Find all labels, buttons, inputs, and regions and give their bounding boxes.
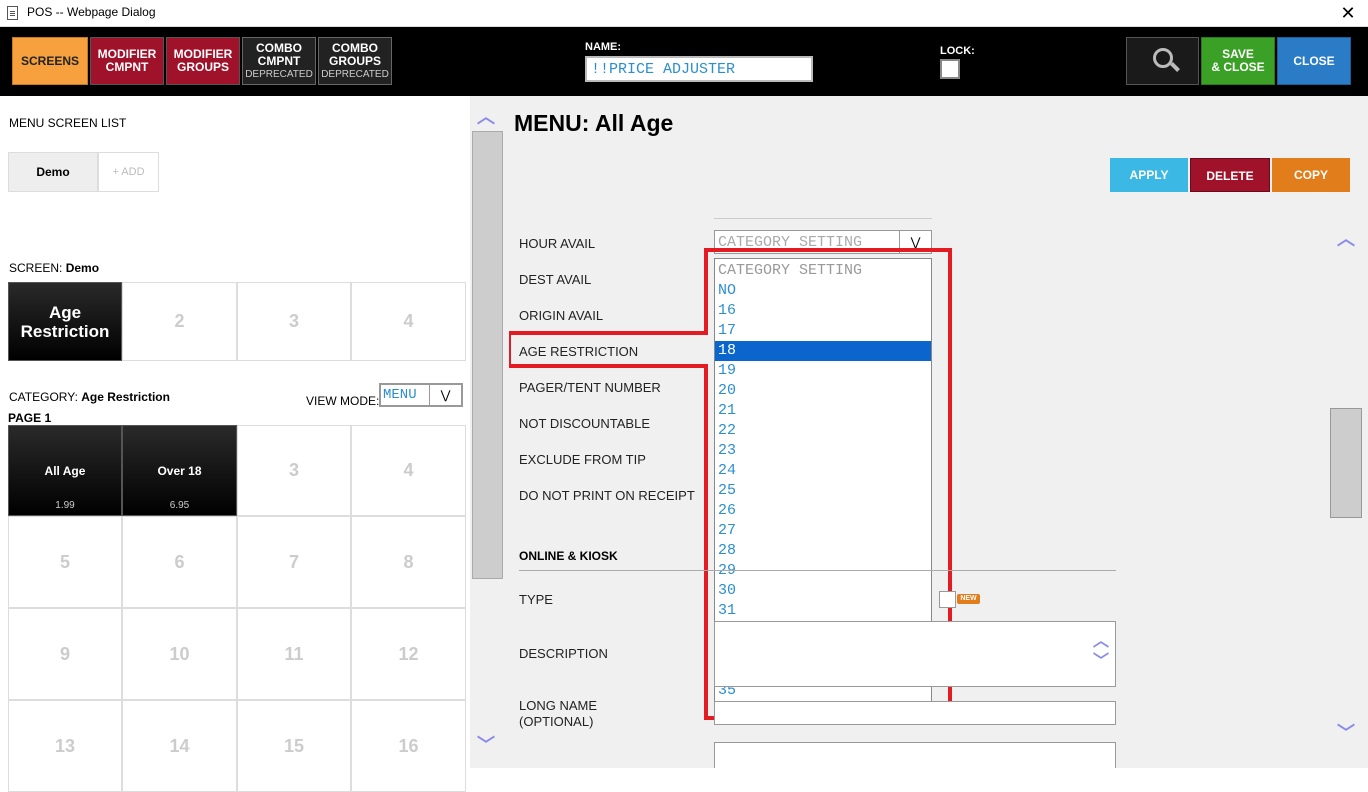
save-close-button[interactable]: SAVE & CLOSE bbox=[1201, 37, 1275, 85]
copy-button[interactable]: COPY bbox=[1272, 158, 1350, 192]
menu-screen-list-label: MENU SCREEN LIST bbox=[9, 116, 127, 130]
type-checkbox[interactable] bbox=[939, 591, 956, 608]
item-price: 6.95 bbox=[169, 500, 190, 511]
screen-cell-3[interactable]: 3 bbox=[237, 282, 351, 361]
item-cell[interactable]: 11 bbox=[237, 608, 351, 700]
name-input[interactable]: !!PRICE ADJUSTER bbox=[585, 56, 813, 82]
apply-button[interactable]: APPLY bbox=[1110, 158, 1188, 192]
name-label: NAME: bbox=[585, 41, 622, 53]
chevron-up-icon[interactable]: ︿ bbox=[1337, 230, 1355, 248]
divider bbox=[714, 218, 932, 219]
category-label: CATEGORY: Age Restriction bbox=[9, 390, 170, 404]
window-close-button[interactable]: ✕ bbox=[1338, 3, 1358, 23]
save-close-line2: & CLOSE bbox=[1211, 60, 1265, 74]
combo-groups-line1: COMBO bbox=[332, 40, 378, 55]
screen-cell-4[interactable]: 4 bbox=[351, 282, 466, 361]
modifier-cmpnt-button[interactable]: MODIFIER CMPNT bbox=[90, 37, 164, 85]
page-label: PAGE 1 bbox=[8, 411, 52, 425]
title-bar: POS -- Webpage Dialog ✕ bbox=[0, 0, 1368, 27]
chevron-down-icon[interactable]: ﹀ bbox=[477, 736, 495, 754]
left-panel-scrollbar[interactable]: ︿ ﹀ bbox=[470, 96, 504, 768]
right-panel: MENU: All Age APPLY DELETE COPY HOUR AVA… bbox=[504, 96, 1368, 768]
long-name-label: LONG NAME bbox=[519, 698, 598, 713]
combo-cmpnt-line2: CMPNT bbox=[257, 53, 301, 68]
item-name: All Age bbox=[44, 463, 86, 478]
item-cell[interactable]: 10 bbox=[122, 608, 237, 700]
combo-groups-deprecated: DEPRECATED bbox=[321, 68, 389, 80]
screen-tab-demo[interactable]: Demo bbox=[8, 152, 98, 192]
scrollbar-thumb[interactable] bbox=[1330, 408, 1362, 518]
lock-label: LOCK: bbox=[940, 45, 975, 57]
combo-cmpnt-button[interactable]: COMBO CMPNT DEPRECATED bbox=[242, 37, 316, 85]
item-cell[interactable]: 9 bbox=[8, 608, 122, 700]
close-button[interactable]: CLOSE bbox=[1277, 37, 1351, 85]
screens-button[interactable]: SCREENS bbox=[12, 37, 88, 85]
close-label: CLOSE bbox=[1293, 53, 1335, 68]
search-button[interactable] bbox=[1126, 37, 1199, 85]
combo-groups-line2: GROUPS bbox=[328, 53, 381, 68]
chevron-up-icon[interactable]: ︿ bbox=[1093, 632, 1109, 652]
screen-cell-age-restriction[interactable]: Age Restriction bbox=[8, 282, 122, 361]
divider bbox=[519, 570, 1116, 571]
item-price: 1.99 bbox=[55, 500, 75, 511]
item-cell-all-age[interactable]: All Age 1.99 bbox=[8, 425, 122, 516]
category-value: Age Restriction bbox=[81, 390, 170, 404]
type-label: TYPE bbox=[519, 592, 553, 607]
document-icon bbox=[7, 6, 18, 20]
view-mode-select[interactable]: MENU ⋁ bbox=[379, 383, 463, 407]
description-label: DESCRIPTION bbox=[519, 646, 608, 661]
combo-cmpnt-deprecated: DEPRECATED bbox=[245, 68, 313, 80]
item-cell[interactable]: 3 bbox=[237, 425, 351, 516]
lower-input[interactable] bbox=[714, 742, 1116, 768]
screen-label: SCREEN: Demo bbox=[9, 261, 100, 275]
description-textarea[interactable]: ︿ ﹀ bbox=[714, 621, 1116, 687]
view-mode-value: MENU bbox=[383, 387, 417, 403]
screen-value: Demo bbox=[65, 261, 100, 275]
combo-cmpnt-line1: COMBO bbox=[256, 40, 302, 55]
item-cell[interactable]: 13 bbox=[8, 700, 122, 792]
view-mode-label: VIEW MODE: bbox=[306, 394, 380, 408]
top-toolbar: SCREENS MODIFIER CMPNT MODIFIER GROUPS C… bbox=[0, 27, 1368, 96]
delete-button[interactable]: DELETE bbox=[1190, 158, 1270, 192]
long-name-input[interactable] bbox=[714, 701, 1116, 725]
screens-label: SCREENS bbox=[20, 53, 79, 68]
item-cell[interactable]: 16 bbox=[351, 700, 466, 792]
new-badge: NEW bbox=[957, 594, 980, 604]
item-cell[interactable]: 12 bbox=[351, 608, 466, 700]
left-panel: MENU SCREEN LIST Demo + ADD SCREEN: Demo… bbox=[0, 96, 470, 792]
item-cell[interactable]: 8 bbox=[351, 516, 466, 608]
add-screen-button[interactable]: + ADD bbox=[98, 152, 159, 192]
scrollbar-thumb[interactable] bbox=[472, 131, 503, 579]
item-cell-over-18[interactable]: Over 18 6.95 bbox=[122, 425, 237, 516]
lock-checkbox[interactable] bbox=[940, 59, 960, 79]
item-cell[interactable]: 5 bbox=[8, 516, 122, 608]
modifier-groups-button[interactable]: MODIFIER GROUPS bbox=[166, 37, 240, 85]
window-title: POS -- Webpage Dialog bbox=[27, 5, 156, 19]
item-cell[interactable]: 15 bbox=[237, 700, 351, 792]
long-name-optional-label: (OPTIONAL) bbox=[519, 714, 594, 729]
item-cell[interactable]: 4 bbox=[351, 425, 466, 516]
modifier-cmpnt-line2: CMPNT bbox=[105, 60, 149, 74]
item-cell[interactable]: 7 bbox=[237, 516, 351, 608]
item-cell[interactable]: 14 bbox=[122, 700, 237, 792]
chevron-down-icon[interactable]: ﹀ bbox=[1337, 724, 1355, 742]
chevron-up-icon[interactable]: ︿ bbox=[477, 108, 495, 126]
right-panel-scrollbar[interactable]: ︿ ﹀ bbox=[1330, 218, 1362, 768]
chevron-down-icon[interactable]: ﹀ bbox=[1093, 652, 1109, 672]
modifier-groups-line2: GROUPS bbox=[176, 60, 229, 74]
item-cell[interactable]: 6 bbox=[122, 516, 237, 608]
screen-cell-2[interactable]: 2 bbox=[122, 282, 237, 361]
item-name: Over 18 bbox=[157, 463, 202, 478]
chevron-down-icon: ⋁ bbox=[429, 385, 461, 405]
combo-groups-button[interactable]: COMBO GROUPS DEPRECATED bbox=[318, 37, 392, 85]
page-title: MENU: All Age bbox=[514, 110, 674, 136]
online-kiosk-heading: ONLINE & KIOSK bbox=[519, 549, 618, 563]
